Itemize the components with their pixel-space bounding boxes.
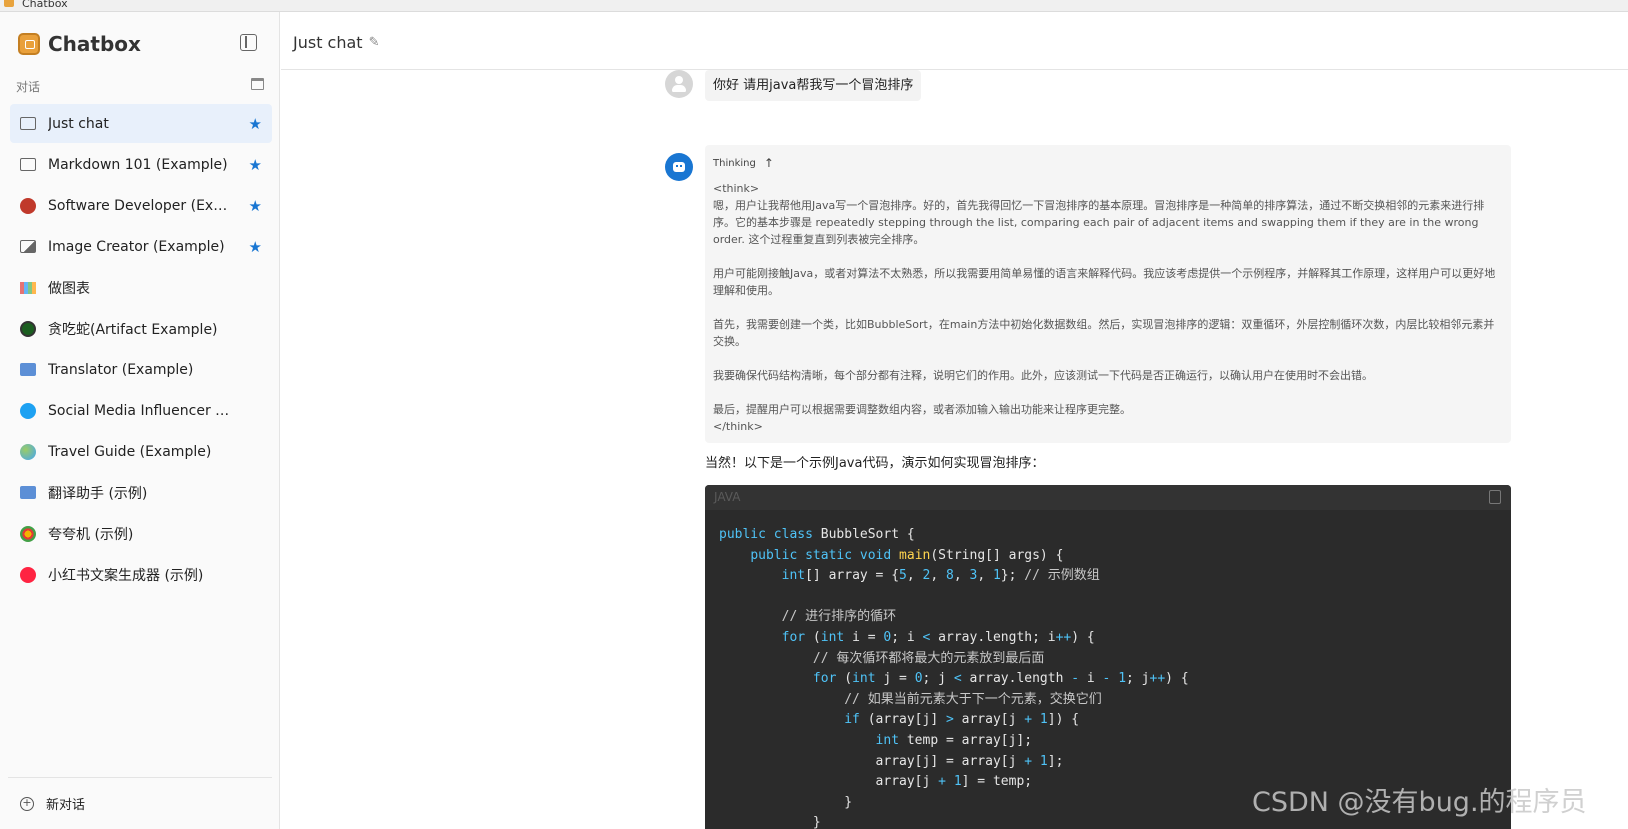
think-open-tag: <think> — [713, 182, 760, 195]
new-chat-button[interactable]: + 新对话 — [20, 794, 85, 813]
translator-avatar-icon — [20, 363, 36, 376]
chat-header: Just chat ✎ — [281, 12, 1628, 70]
session-item-software-developer[interactable]: Software Developer (Example) ★ — [10, 186, 272, 225]
user-avatar — [665, 70, 693, 98]
session-label: Image Creator (Example) — [48, 238, 225, 255]
session-item-social-media[interactable]: Social Media Influencer (Example) — [10, 391, 272, 430]
image-icon — [20, 240, 36, 253]
chart-avatar-icon — [20, 281, 36, 294]
session-label: 小红书文案生成器 (示例) — [48, 567, 204, 584]
sidebar-divider — [8, 777, 272, 778]
user-message: 你好 请用java帮我写一个冒泡排序 — [705, 70, 922, 101]
section-label: 对话 — [16, 80, 41, 94]
session-label: 做图表 — [48, 280, 90, 297]
pencil-icon[interactable]: ✎ — [369, 35, 380, 50]
think-paragraph: 我要确保代码结构清晰，每个部分都有注释，说明它们的作用。此外，应该测试一下代码是… — [713, 369, 1373, 382]
developer-avatar-icon — [20, 197, 36, 214]
app-icon — [4, 0, 14, 7]
thinking-label: Thinking — [713, 158, 756, 169]
code-language: JAVA — [705, 485, 1511, 510]
think-paragraph: 首先，我需要创建一个类，比如BubbleSort，在main方法中初始化数据数组… — [713, 318, 1495, 348]
praise-avatar-icon — [20, 525, 36, 542]
session-label: Social Media Influencer (Example) — [48, 402, 234, 419]
collapse-sidebar-icon[interactable] — [240, 34, 257, 51]
session-label: Travel Guide (Example) — [48, 443, 212, 460]
answer-intro: 当然！以下是一个示例Java代码，演示如何实现冒泡排序： — [705, 456, 1045, 471]
collapse-arrow-icon[interactable]: ↑ — [764, 155, 774, 172]
star-icon[interactable]: ★ — [249, 115, 262, 133]
chatbox-logo-icon — [18, 33, 40, 55]
translator-avatar-icon — [20, 486, 36, 499]
chat-title: Just chat ✎ — [293, 33, 379, 52]
copy-icon[interactable] — [1489, 490, 1501, 504]
thinking-block: Thinking ↑ <think> 嗯，用户让我帮他用Java写一个冒泡排序。… — [705, 145, 1511, 443]
snake-avatar-icon — [20, 320, 36, 337]
thinking-header[interactable]: Thinking ↑ — [713, 155, 1503, 172]
session-item-image-creator[interactable]: Image Creator (Example) ★ — [10, 227, 272, 266]
xiaohongshu-avatar-icon — [20, 566, 36, 583]
session-label: Just chat — [48, 115, 109, 132]
session-item-travel-guide[interactable]: Travel Guide (Example) — [10, 432, 272, 471]
watermark: CSDN @没有bug.的程序员 — [1252, 787, 1587, 818]
session-list: Just chat ★ Markdown 101 (Example) ★ Sof… — [10, 104, 272, 596]
session-item-translator[interactable]: Translator (Example) — [10, 350, 272, 389]
session-item-chart[interactable]: 做图表 — [10, 268, 272, 307]
session-item-snake[interactable]: 贪吃蛇(Artifact Example) — [10, 309, 272, 348]
archive-icon[interactable] — [251, 78, 264, 90]
session-item-xiaohongshu[interactable]: 小红书文案生成器 (示例) — [10, 555, 272, 594]
star-icon[interactable]: ★ — [249, 156, 262, 174]
sidebar: Chatbox 对话 Just chat ★ Markdown 101 (Exa… — [0, 12, 280, 829]
session-label: Markdown 101 (Example) — [48, 156, 228, 173]
session-label: Translator (Example) — [48, 361, 194, 378]
brand-name: Chatbox — [48, 32, 141, 56]
chat-icon — [20, 117, 36, 130]
assistant-avatar — [665, 153, 693, 181]
session-label: 夸夸机 (示例) — [48, 526, 134, 543]
code-block: JAVA public class BubbleSort { public st… — [705, 485, 1511, 829]
star-icon[interactable]: ★ — [249, 197, 262, 215]
think-close-tag: </think> — [713, 420, 763, 433]
chat-title-text: Just chat — [293, 33, 363, 52]
think-paragraph: 嗯，用户让我帮他用Java写一个冒泡排序。好的，首先我得回忆一下冒泡排序的基本原… — [713, 199, 1485, 246]
chat-icon — [20, 158, 36, 171]
section-header: 对话 — [16, 78, 264, 95]
session-label: Software Developer (Example) — [48, 197, 234, 214]
brand: Chatbox — [18, 32, 141, 56]
session-label: 翻译助手 (示例) — [48, 485, 148, 502]
plus-circle-icon: + — [20, 796, 34, 811]
star-icon[interactable]: ★ — [249, 238, 262, 256]
session-item-translate-helper[interactable]: 翻译助手 (示例) — [10, 473, 272, 512]
twitter-avatar-icon — [20, 402, 36, 419]
session-item-markdown-101[interactable]: Markdown 101 (Example) ★ — [10, 145, 272, 184]
think-paragraph: 最后，提醒用户可以根据需要调整数组内容，或者添加输入输出功能来让程序更完整。 — [713, 403, 1131, 416]
globe-avatar-icon — [20, 443, 36, 460]
new-chat-label: 新对话 — [46, 798, 86, 813]
window-title: Chatbox — [22, 0, 68, 10]
session-label: 贪吃蛇(Artifact Example) — [48, 321, 218, 338]
session-item-just-chat[interactable]: Just chat ★ — [10, 104, 272, 143]
think-paragraph: 用户可能刚接触Java，或者对算法不太熟悉，所以我需要用简单易懂的语言来解释代码… — [713, 267, 1496, 297]
window-titlebar: Chatbox — [0, 0, 1628, 12]
session-item-praise[interactable]: 夸夸机 (示例) — [10, 514, 272, 553]
